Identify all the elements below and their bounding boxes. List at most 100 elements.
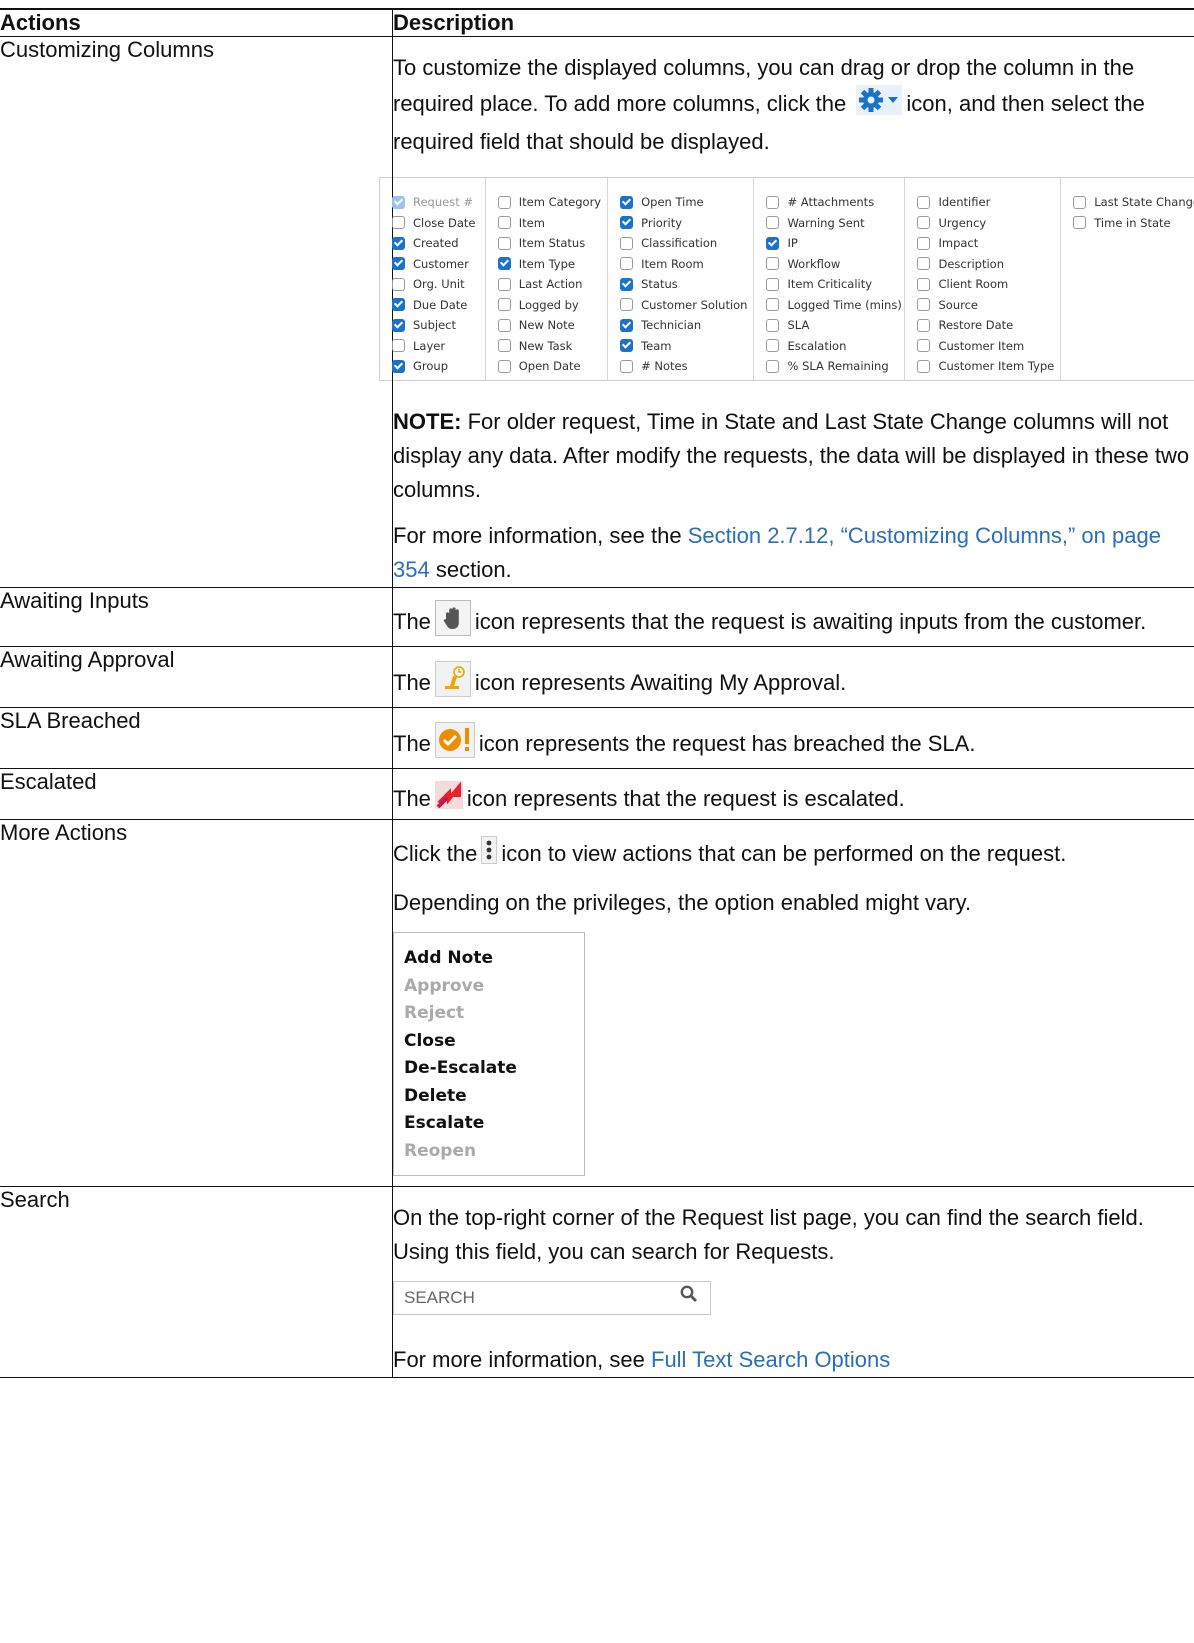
column-option[interactable]: Created xyxy=(392,233,479,254)
column-option[interactable]: Team xyxy=(620,336,747,357)
column-option[interactable]: Item Type xyxy=(497,254,601,275)
column-option[interactable]: Customer Item xyxy=(917,336,1054,357)
checkbox[interactable] xyxy=(392,216,405,230)
column-option[interactable]: IP xyxy=(766,233,898,254)
checkbox[interactable] xyxy=(620,318,634,332)
column-option[interactable]: Identifier xyxy=(917,192,1054,213)
column-option[interactable]: Open Time xyxy=(620,192,747,213)
column-option[interactable]: Item xyxy=(497,213,601,234)
column-option[interactable]: Last State Change xyxy=(1073,192,1194,213)
search-icon[interactable] xyxy=(680,1281,698,1315)
checkbox[interactable] xyxy=(766,216,780,230)
column-option[interactable]: New Task xyxy=(497,336,601,357)
column-option[interactable]: # Notes xyxy=(620,356,747,377)
column-option[interactable]: Workflow xyxy=(766,254,898,275)
search-field[interactable]: SEARCH xyxy=(393,1281,711,1315)
checkbox[interactable] xyxy=(497,339,511,353)
column-option[interactable]: Client Room xyxy=(917,274,1054,295)
column-option[interactable]: Warning Sent xyxy=(766,213,898,234)
checkbox[interactable] xyxy=(620,277,634,291)
column-option[interactable]: Due Date xyxy=(392,295,479,316)
checkbox[interactable] xyxy=(917,298,931,312)
column-option[interactable]: Customer Item Type xyxy=(917,356,1054,377)
checkbox[interactable] xyxy=(392,298,405,312)
checkbox[interactable] xyxy=(766,195,780,209)
column-option[interactable]: Technician xyxy=(620,315,747,336)
checkbox[interactable] xyxy=(1073,216,1087,230)
checkbox[interactable] xyxy=(620,359,634,373)
menu-item[interactable]: Add Note xyxy=(404,945,584,973)
checkbox[interactable] xyxy=(917,359,931,373)
checkbox[interactable] xyxy=(497,216,511,230)
column-option[interactable]: Subject xyxy=(392,315,479,336)
column-option[interactable]: Group xyxy=(392,356,479,377)
checkbox[interactable] xyxy=(620,339,634,353)
column-option[interactable]: Item Category xyxy=(497,192,601,213)
checkbox[interactable] xyxy=(917,318,931,332)
checkbox[interactable] xyxy=(917,277,931,291)
checkbox[interactable] xyxy=(1073,195,1087,209)
column-option[interactable]: Impact xyxy=(917,233,1054,254)
column-option[interactable]: New Note xyxy=(497,315,601,336)
checkbox[interactable] xyxy=(766,359,780,373)
full-text-search-link[interactable]: Full Text Search Options xyxy=(651,1347,890,1372)
checkbox[interactable] xyxy=(917,339,931,353)
checkbox[interactable] xyxy=(620,298,634,312)
column-option[interactable]: # Attachments xyxy=(766,192,898,213)
checkbox[interactable] xyxy=(766,236,780,250)
checkbox[interactable] xyxy=(766,318,780,332)
menu-item[interactable]: Delete xyxy=(404,1083,584,1111)
column-option[interactable]: Request # xyxy=(392,192,479,213)
checkbox[interactable] xyxy=(392,195,405,209)
checkbox[interactable] xyxy=(766,257,780,271)
column-option[interactable]: Classification xyxy=(620,233,747,254)
column-option[interactable]: Item Status xyxy=(497,233,601,254)
column-option[interactable]: Time in State xyxy=(1073,213,1194,234)
checkbox[interactable] xyxy=(620,195,634,209)
checkbox[interactable] xyxy=(392,236,405,250)
checkbox[interactable] xyxy=(620,236,634,250)
column-option[interactable]: Last Action xyxy=(497,274,601,295)
column-option[interactable]: Escalation xyxy=(766,336,898,357)
checkbox[interactable] xyxy=(392,318,405,332)
checkbox[interactable] xyxy=(620,216,634,230)
checkbox[interactable] xyxy=(392,359,405,373)
column-option[interactable]: % SLA Remaining xyxy=(766,356,898,377)
checkbox[interactable] xyxy=(766,298,780,312)
checkbox[interactable] xyxy=(917,216,931,230)
column-option[interactable]: Customer xyxy=(392,254,479,275)
checkbox[interactable] xyxy=(392,277,405,291)
column-option[interactable]: SLA xyxy=(766,315,898,336)
checkbox[interactable] xyxy=(917,257,931,271)
checkbox[interactable] xyxy=(497,298,511,312)
checkbox[interactable] xyxy=(392,257,405,271)
column-option[interactable]: Restore Date xyxy=(917,315,1054,336)
column-option[interactable]: Priority xyxy=(620,213,747,234)
menu-item[interactable]: Escalate xyxy=(404,1110,584,1138)
menu-item[interactable]: De-Escalate xyxy=(404,1055,584,1083)
checkbox[interactable] xyxy=(497,277,511,291)
checkbox[interactable] xyxy=(766,339,780,353)
checkbox[interactable] xyxy=(620,257,634,271)
column-option[interactable]: Customer Solution xyxy=(620,295,747,316)
column-option[interactable]: Logged Time (mins) xyxy=(766,295,902,316)
column-option[interactable]: Source xyxy=(917,295,1054,316)
checkbox[interactable] xyxy=(497,236,511,250)
checkbox[interactable] xyxy=(917,236,931,250)
checkbox[interactable] xyxy=(497,318,511,332)
column-option[interactable]: Item Room xyxy=(620,254,747,275)
checkbox[interactable] xyxy=(392,339,405,353)
column-option[interactable]: Org. Unit xyxy=(392,274,479,295)
column-option[interactable]: Description xyxy=(917,254,1054,275)
column-option[interactable]: Item Criticality xyxy=(766,274,898,295)
checkbox[interactable] xyxy=(497,195,511,209)
column-option[interactable]: Close Date xyxy=(392,213,479,234)
column-option[interactable]: Layer xyxy=(392,336,479,357)
checkbox[interactable] xyxy=(497,257,511,271)
column-option[interactable]: Logged by xyxy=(497,295,601,316)
checkbox[interactable] xyxy=(917,195,931,209)
menu-item[interactable]: Close xyxy=(404,1028,584,1056)
column-option[interactable]: Open Date xyxy=(497,356,601,377)
column-option[interactable]: Urgency xyxy=(917,213,1054,234)
checkbox[interactable] xyxy=(497,359,511,373)
